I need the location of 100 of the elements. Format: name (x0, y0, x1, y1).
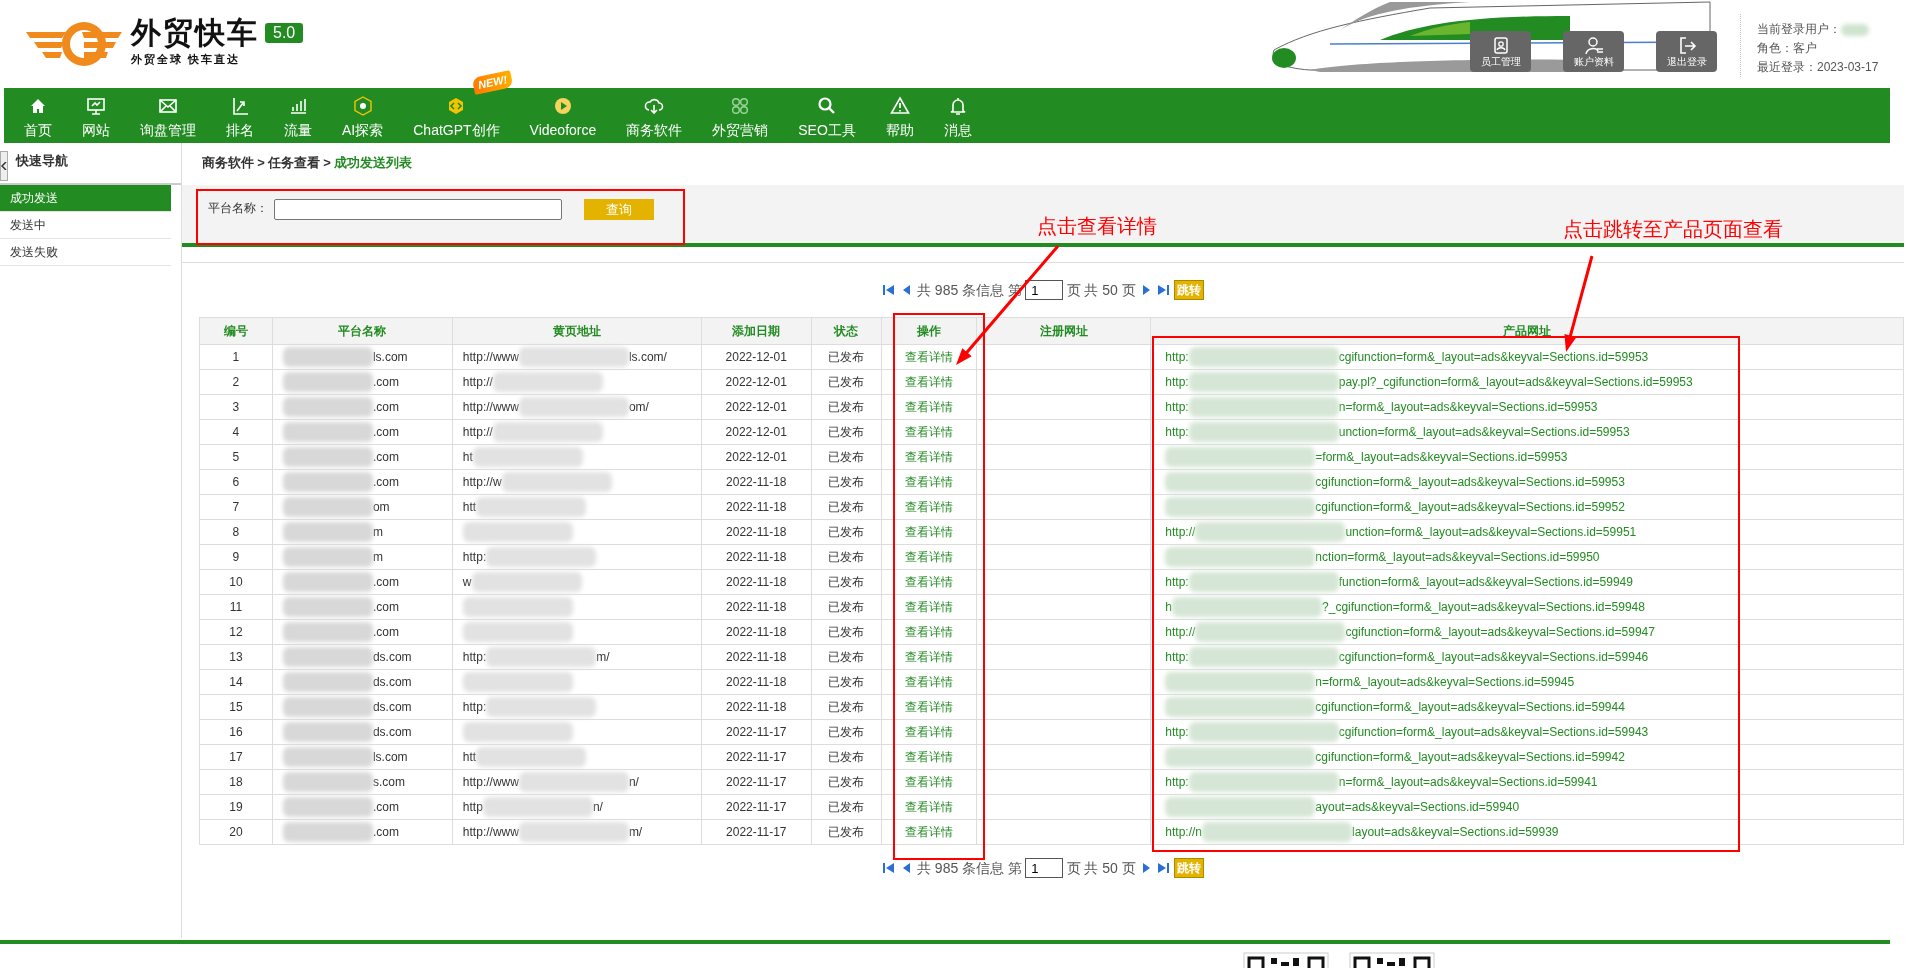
table-cell: 已发布 (811, 544, 882, 570)
breadcrumb-item[interactable]: 商务软件 (202, 153, 254, 185)
table-cell-text: http: (1165, 349, 1189, 366)
column-header: 添加日期 (701, 317, 812, 345)
table-cell: 2 (199, 369, 273, 395)
sidebar-item[interactable]: 发送中 (0, 212, 171, 239)
table-cell-text: n=form&_layout=ads&keyval=Sections.id=59945 (1315, 674, 1575, 691)
table-cell-text: http: (1165, 774, 1189, 791)
table-cell: 2022-11-17 (701, 769, 812, 795)
table-cell: 2022-11-18 (701, 619, 812, 645)
header-button[interactable]: 退出登录 (1656, 31, 1717, 72)
table-cell: 15 (199, 694, 273, 720)
table-cell-text: http: (1165, 399, 1189, 416)
table-cell-text: cgifunction=form&_layout=ads&keyval=Sections.id=59944 (1315, 699, 1625, 716)
user-label: 当前登录用户： (1757, 21, 1841, 38)
nav-item[interactable]: 流量 (284, 88, 312, 143)
table-cell: 已发布 (811, 819, 882, 845)
table-cell: 2022-12-01 (701, 369, 812, 395)
header-button[interactable]: 账户资料 (1563, 31, 1624, 72)
sidebar-item[interactable]: 发送失败 (0, 239, 171, 266)
table-cell-text: om/ (628, 399, 649, 416)
nav-item[interactable]: 询盘管理 (140, 88, 196, 143)
column-header: 编号 (199, 317, 273, 345)
table-cell-text: .com (372, 474, 399, 491)
table-cell-text: .com (372, 824, 399, 841)
table-cell-text: cgifunction=form&_layout=ads&keyval=Sections.id=59953 (1315, 474, 1625, 491)
nav-item[interactable]: 网站 (82, 88, 110, 143)
table-cell: 2022-11-18 (701, 594, 812, 620)
nav-item[interactable]: 商务软件 (626, 88, 683, 143)
nav-item[interactable]: 帮助 (885, 88, 914, 143)
table-cell-text: ds.com (372, 649, 412, 666)
table-cell: 已发布 (811, 419, 882, 445)
app-slogan: 外贸全球 快车直达 (130, 52, 241, 68)
table-cell: 2022-11-18 (701, 519, 812, 545)
table-cell: 2022-12-01 (701, 344, 812, 370)
column-header: 操作 (881, 317, 977, 345)
table-cell-text: cgifunction=form&_layout=ads&keyval=Sections.id=59947 (1345, 624, 1655, 641)
table-cell-text: http://w (462, 474, 502, 491)
table-cell-text: ls.com (372, 349, 408, 366)
table-cell-text: .com (372, 374, 399, 391)
table-cell-text: n=form&_layout=ads&keyval=Sections.id=59941 (1338, 774, 1598, 791)
table-cell-text: http: (1165, 574, 1189, 591)
column-header: 注册网址 (976, 317, 1151, 345)
column-header: 状态 (811, 317, 882, 345)
table-cell: 5 (199, 444, 273, 470)
table-cell: 2022-11-17 (701, 744, 812, 770)
header-button[interactable]: 员工管理 (1470, 31, 1531, 72)
table-cell-text: ds.com (372, 724, 412, 741)
table-cell-text: http:// (462, 424, 493, 441)
table-cell: 2022-11-18 (701, 669, 812, 695)
table-cell: 14 (199, 669, 273, 695)
annotation-text: 点击跳转至产品页面查看 (1563, 217, 1783, 242)
page-input[interactable]: 1 (1025, 280, 1064, 300)
nav-item[interactable]: 排名 (226, 88, 254, 143)
table-cell-text: http://www (462, 349, 519, 366)
sidebar-item[interactable]: 成功发送 (0, 185, 171, 212)
table-cell-text: .com (372, 424, 399, 441)
breadcrumb-item: 成功发送列表 (334, 154, 413, 172)
page-info: 页 共 50 页 (1066, 280, 1136, 300)
table-cell-text: http://www (462, 774, 519, 791)
table-cell-text: .com (372, 574, 399, 591)
table-cell: 2022-12-01 (701, 419, 812, 445)
table-cell-text: m (372, 549, 383, 566)
table-cell: 已发布 (811, 744, 882, 770)
table-cell: 已发布 (811, 619, 882, 645)
breadcrumb-item[interactable]: 任务查看 (268, 153, 321, 185)
table-cell-text: m/ (628, 824, 643, 841)
nav-item[interactable]: AI探索 (342, 88, 384, 143)
table-cell-text: m (372, 524, 383, 541)
table-cell-text: http: (1165, 424, 1189, 441)
page-info: 页 共 50 页 (1066, 858, 1136, 878)
nav-item[interactable]: 外贸营销 (712, 88, 769, 143)
nav-item[interactable]: SEO工具 (798, 88, 856, 143)
table-cell-text: http://www (462, 399, 519, 416)
page-input[interactable]: 1 (1025, 858, 1064, 878)
table-cell-text: ls.com (372, 749, 408, 766)
annotation-text: 点击查看详情 (1037, 214, 1157, 239)
version-badge: 5.0 (265, 23, 304, 44)
table-cell-text: ayout=ads&keyval=Sections.id=59940 (1315, 799, 1520, 816)
table-cell: 2022-11-17 (701, 819, 812, 845)
table-cell-text: cgifunction=form&_layout=ads&keyval=Sections.id=59943 (1338, 724, 1649, 741)
column-header: 平台名称 (272, 317, 453, 345)
table-cell: 已发布 (811, 794, 882, 820)
table-cell: 已发布 (811, 394, 882, 420)
table-cell-text: http: (462, 549, 487, 566)
table-cell-text: nction=form&_layout=ads&keyval=Sections.id=59950 (1315, 549, 1600, 566)
table-cell-text: function=form&_layout=ads&keyval=Sections.id=59949 (1338, 574, 1633, 591)
nav-item[interactable]: 首页 (24, 88, 52, 143)
nav-item[interactable]: Videoforce (529, 88, 597, 143)
table-cell-text: http://n (1165, 824, 1203, 841)
table-cell: 已发布 (811, 694, 882, 720)
table-cell: 2022-12-01 (701, 394, 812, 420)
table-cell: 2022-11-18 (701, 494, 812, 520)
nav-item[interactable]: 消息 (943, 88, 972, 143)
table-cell: 已发布 (811, 519, 882, 545)
table-cell-text: http:// (462, 374, 493, 391)
table-cell: 1 (199, 344, 273, 370)
table-cell-text: http://www (462, 824, 519, 841)
table-cell-text: ?_cgifunction=form&_layout=ads&keyval=Sections.id=59948 (1322, 599, 1645, 616)
table-cell-text: http:// (1165, 524, 1196, 541)
